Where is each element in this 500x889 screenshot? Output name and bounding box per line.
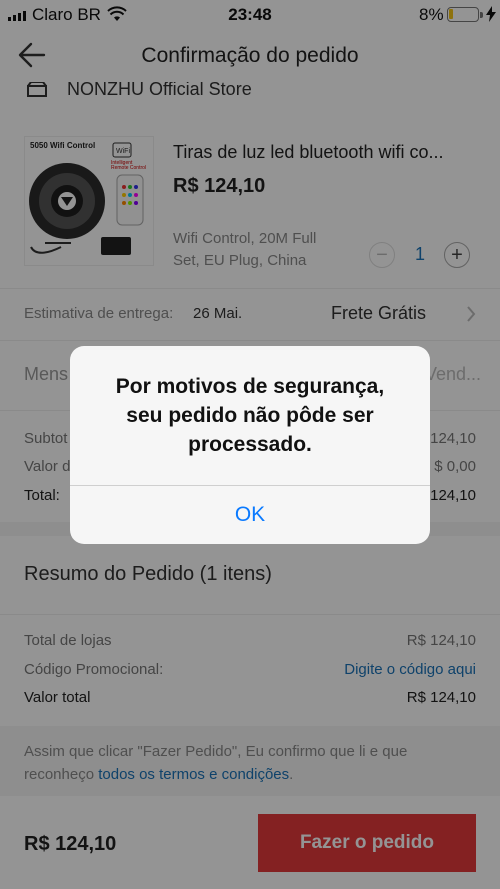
alert-ok-button[interactable]: OK <box>70 485 430 544</box>
alert-message: Por motivos de segurança, seu pedido não… <box>115 375 385 456</box>
alert-dialog: Por motivos de segurança, seu pedido não… <box>70 346 430 544</box>
